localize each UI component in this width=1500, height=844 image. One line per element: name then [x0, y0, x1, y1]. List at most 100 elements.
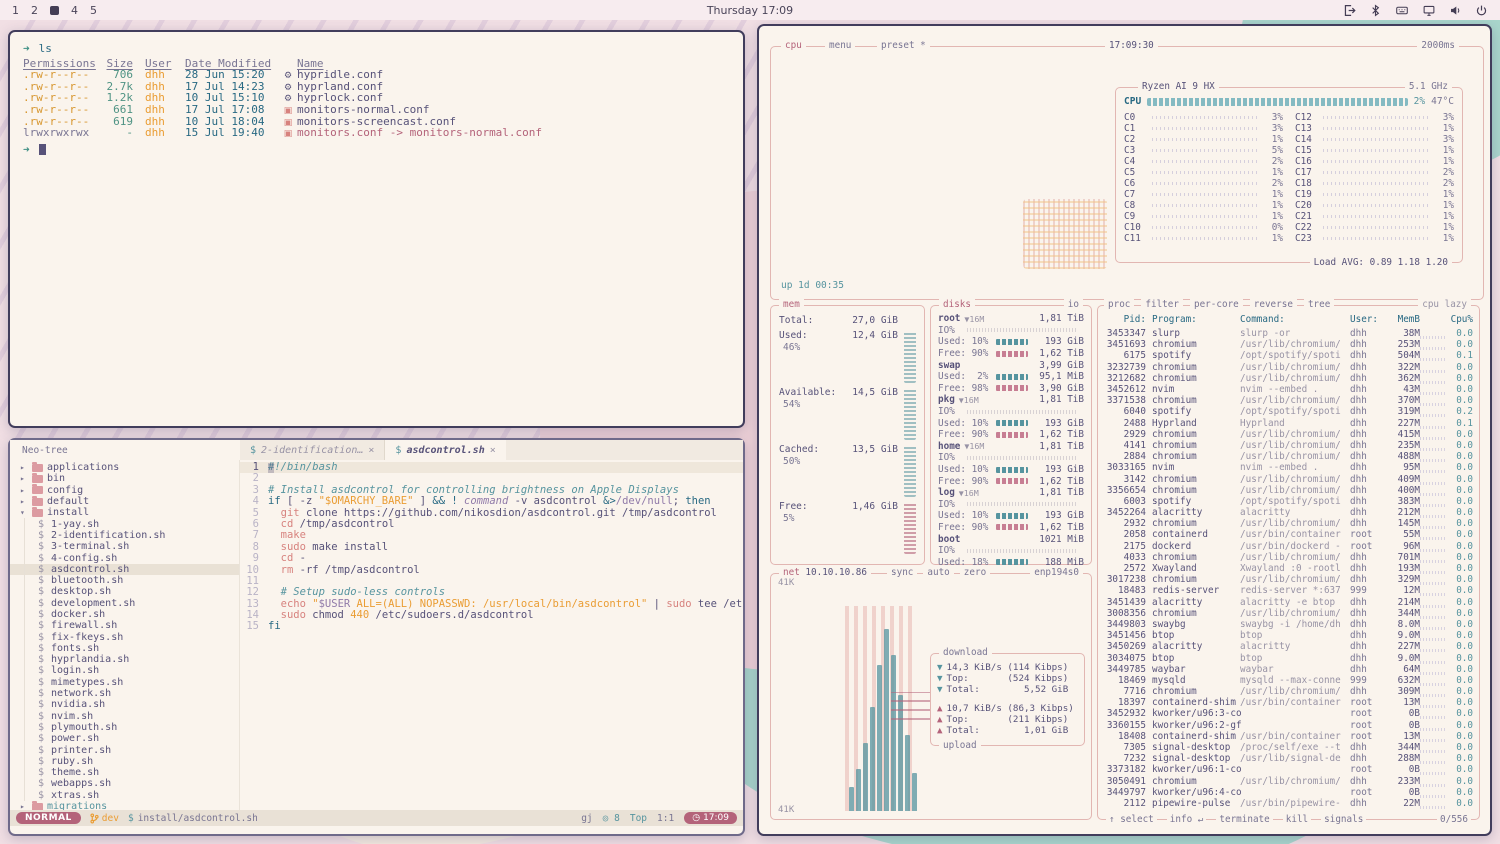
tree-item[interactable]: $ network.sh	[10, 688, 239, 699]
tree-item[interactable]: ▸ config	[10, 485, 239, 496]
process-row[interactable]: 3356654 chromium /usr/lib/chromium/ dhh …	[1104, 485, 1473, 496]
proc-tab[interactable]: reverse	[1250, 299, 1297, 311]
btop-window[interactable]: cpu menu preset * 17:09:30 2000ms up 1d …	[757, 24, 1492, 836]
workspace-item[interactable]	[50, 6, 59, 15]
tree-item[interactable]: $ plymouth.sh	[10, 722, 239, 733]
process-row[interactable]: 2929 chromium /usr/lib/chromium/ dhh 415…	[1104, 429, 1473, 440]
workspace-item[interactable]: 1	[12, 4, 19, 17]
logout-icon[interactable]	[1343, 4, 1356, 17]
process-row[interactable]: 18483 redis-server redis-server *:637 99…	[1104, 585, 1473, 596]
process-row[interactable]: 3451456 btop btop dhh 9.0M 0.0	[1104, 630, 1473, 641]
process-row[interactable]: 3017238 chromium /usr/lib/chromium/ dhh …	[1104, 574, 1473, 585]
workspace-item[interactable]: 4	[71, 4, 78, 17]
process-row[interactable]: 4141 chromium /usr/lib/chromium/ dhh 235…	[1104, 440, 1473, 451]
volume-icon[interactable]	[1449, 4, 1462, 17]
process-row[interactable]: 3050491 chromium /usr/lib/chromium/ dhh …	[1104, 776, 1473, 787]
process-row[interactable]: 18469 mysqld mysqld --max-conne 999 632M…	[1104, 675, 1473, 686]
process-row[interactable]: 3449785 waybar waybar dhh 64M 0.0	[1104, 664, 1473, 675]
proc-tab[interactable]: filter	[1141, 299, 1183, 311]
info-hint[interactable]: info ↵	[1167, 814, 1207, 826]
io-toggle[interactable]: io	[1064, 299, 1083, 311]
tree-item[interactable]: $ 3-terminal.sh	[10, 541, 239, 552]
process-row[interactable]: 3449797 kworker/u96:4-co root 0B 0.0	[1104, 787, 1473, 798]
terminal-new-prompt[interactable]: ➜	[23, 142, 730, 154]
tree-item[interactable]: $ mimetypes.sh	[10, 677, 239, 688]
tree-item[interactable]: $ docker.sh	[10, 609, 239, 620]
tree-item[interactable]: $ bluetooth.sh	[10, 575, 239, 586]
net-toggle[interactable]: sync	[887, 567, 917, 579]
neovim-window[interactable]: Neo-tree $ 2-identification… × $ asdcont…	[8, 438, 745, 836]
select-hint[interactable]: ↑ select	[1106, 814, 1157, 826]
tree-item[interactable]: ▸ migrations	[10, 801, 239, 810]
process-row[interactable]: 3451693 chromium /usr/lib/chromium/ dhh …	[1104, 339, 1473, 350]
editor-tab[interactable]: $ 2-identification… ×	[240, 440, 385, 460]
process-row[interactable]: 2932 chromium /usr/lib/chromium/ dhh 145…	[1104, 518, 1473, 529]
tree-item[interactable]: $ fonts.sh	[10, 643, 239, 654]
kill-hint[interactable]: kill	[1283, 814, 1311, 826]
tree-item[interactable]: ▸ bin	[10, 473, 239, 484]
tree-item[interactable]: $ webapps.sh	[10, 778, 239, 789]
process-row[interactable]: 3371538 chromium /usr/lib/chromium/ dhh …	[1104, 395, 1473, 406]
process-row[interactable]: 3232739 chromium /usr/lib/chromium/ dhh …	[1104, 362, 1473, 373]
tree-item[interactable]: $ theme.sh	[10, 767, 239, 778]
process-row[interactable]: 3452264 alacritty alacritty dhh 212M 0.0	[1104, 507, 1473, 518]
tree-item[interactable]: $ power.sh	[10, 733, 239, 744]
process-row[interactable]: 3451439 alacritty alacritty -e btop dhh …	[1104, 597, 1473, 608]
process-row[interactable]: 2884 chromium /usr/lib/chromium/ dhh 488…	[1104, 451, 1473, 462]
tree-item[interactable]: $ nvidia.sh	[10, 699, 239, 710]
net-toggle[interactable]: zero	[960, 567, 990, 579]
terminal-window[interactable]: ➜ls Permissions Size User Date Modified …	[8, 30, 745, 428]
workspace-item[interactable]: 5	[90, 4, 97, 17]
process-row[interactable]: 7305 signal-desktop /proc/self/exe --t d…	[1104, 742, 1473, 753]
disks-box-label[interactable]: disks	[939, 299, 975, 311]
process-row[interactable]: 3450269 alacritty alacritty dhh 227M 0.0	[1104, 641, 1473, 652]
process-row[interactable]: 7232 signal-desktop /usr/lib/signal-de d…	[1104, 753, 1473, 764]
process-row[interactable]: 4033 chromium /usr/lib/chromium/ dhh 701…	[1104, 552, 1473, 563]
tree-item[interactable]: ▸ default	[10, 496, 239, 507]
tree-item[interactable]: $ desktop.sh	[10, 586, 239, 597]
proc-tab[interactable]: tree	[1304, 299, 1334, 311]
process-row[interactable]: 3360155 kworker/u96:2-gf root 0B 0.0	[1104, 720, 1473, 731]
process-row[interactable]: 2058 containerd /usr/bin/container root …	[1104, 529, 1473, 540]
process-row[interactable]: 3034075 btop btop dhh 9.0M 0.0	[1104, 652, 1473, 663]
process-row[interactable]: 3033165 nvim nvim --embed . dhh 95M 0.0	[1104, 462, 1473, 473]
refresh-interval[interactable]: 2000ms	[1417, 40, 1459, 52]
tree-item[interactable]: $ 4-config.sh	[10, 552, 239, 563]
proc-tab[interactable]: proc	[1104, 299, 1134, 311]
process-row[interactable]: 3212682 chromium /usr/lib/chromium/ dhh …	[1104, 373, 1473, 384]
net-interface[interactable]: enp194s0	[1030, 567, 1083, 579]
process-row[interactable]: 18397 containerd-shim /usr/bin/container…	[1104, 697, 1473, 708]
tab-close-icon[interactable]: ×	[368, 445, 374, 456]
tree-item[interactable]: $ printer.sh	[10, 744, 239, 755]
tree-item[interactable]: $ asdcontrol.sh	[10, 564, 239, 575]
mem-box-label[interactable]: mem	[779, 299, 804, 311]
editor-tab[interactable]: $ asdcontrol.sh ×	[385, 440, 505, 460]
process-row[interactable]: 3453347 slurp slurp -or dhh 38M 0.0	[1104, 328, 1473, 339]
process-row[interactable]: 18408 containerd-shim /usr/bin/container…	[1104, 731, 1473, 742]
net-toggle[interactable]: auto	[923, 567, 953, 579]
process-row[interactable]: 3452612 nvim nvim --embed . dhh 43M 0.0	[1104, 384, 1473, 395]
process-row[interactable]: 2572 Xwayland Xwayland :0 -rootl dhh 193…	[1104, 563, 1473, 574]
tree-item[interactable]: $ firewall.sh	[10, 620, 239, 631]
process-row[interactable]: 3008356 chromium /usr/lib/chromium/ dhh …	[1104, 608, 1473, 619]
tab-close-icon[interactable]: ×	[490, 445, 496, 456]
process-row[interactable]: 7716 chromium /usr/lib/chromium/ dhh 309…	[1104, 686, 1473, 697]
process-row[interactable]: 2488 Hyprland Hyprland dhh 227M 0.1	[1104, 418, 1473, 429]
process-row[interactable]: 2112 pipewire-pulse /usr/bin/pipewire- d…	[1104, 798, 1473, 809]
tree-item[interactable]: ▾ install	[10, 507, 239, 518]
menu-button[interactable]: menu	[825, 40, 855, 52]
tree-item[interactable]: $ 1-yay.sh	[10, 518, 239, 529]
process-row[interactable]: 3449803 swaybg swaybg -i /home/dh dhh 8.…	[1104, 619, 1473, 630]
preset-button[interactable]: preset *	[877, 40, 930, 52]
bluetooth-icon[interactable]	[1369, 4, 1382, 17]
process-row[interactable]: 6175 spotify /opt/spotify/spoti dhh 504M…	[1104, 350, 1473, 361]
cpu-box-label[interactable]: cpu	[781, 40, 806, 52]
proc-sort[interactable]: cpu lazy	[1418, 299, 1471, 311]
process-row[interactable]: 2175 dockerd /usr/bin/dockerd - root 96M…	[1104, 541, 1473, 552]
terminate-hint[interactable]: terminate	[1216, 814, 1272, 826]
process-row[interactable]: 6003 spotify /opt/spotify/spoti dhh 383M…	[1104, 496, 1473, 507]
power-icon[interactable]	[1475, 4, 1488, 17]
keyboard-icon[interactable]	[1395, 4, 1409, 17]
tree-item[interactable]: $ nvim.sh	[10, 711, 239, 722]
process-row[interactable]: 6040 spotify /opt/spotify/spoti dhh 319M…	[1104, 406, 1473, 417]
